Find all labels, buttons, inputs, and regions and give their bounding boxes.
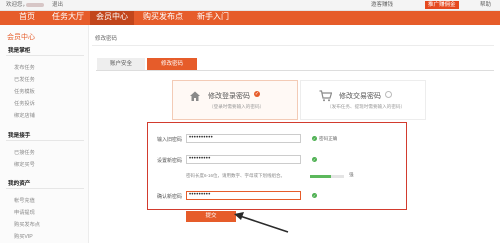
top-link-invite[interactable]: 邀客赚钱 [371, 0, 393, 10]
sidebar-item-bind-shop[interactable]: 绑定店铺 [14, 112, 35, 119]
confirm-password-input[interactable]: ••••••••• [186, 191, 301, 200]
logout-link[interactable]: 退出 [52, 0, 63, 10]
old-password-hint: 密码正确 [319, 136, 338, 141]
password-strength-bar [310, 175, 344, 178]
sidebar-item-buy-points[interactable]: 购买发布点 [14, 221, 40, 228]
breadcrumb-divider [92, 45, 494, 46]
confirm-password-label: 确认新密码 [157, 194, 183, 200]
selected-check-icon: ✓ [254, 91, 260, 97]
sidebar-divider [6, 140, 84, 141]
old-password-input[interactable]: •••••••••• [186, 134, 301, 143]
sidebar-item-task-templates[interactable]: 任务模板 [14, 88, 35, 95]
radio-icon [385, 91, 392, 98]
sidebar-item-withdraw[interactable]: 申请提现 [14, 209, 35, 216]
main-nav: 首页 任务大厅 会员中心 购买发布点 新手入门 [0, 11, 500, 25]
password-strength-fill [310, 175, 332, 178]
tab-change-password[interactable]: 修改密码 [147, 58, 197, 70]
nav-buy-points[interactable]: 购买发布点 [138, 11, 188, 25]
sidebar-item-buy-vip[interactable]: 购买VIP [14, 233, 33, 240]
nav-member-center[interactable]: 会员中心 [90, 11, 134, 25]
card-subtitle: （发布任务、提现时需要输入的密码） [327, 104, 406, 109]
cart-icon [319, 90, 332, 102]
check-icon: ✓ [312, 193, 317, 198]
sidebar-item-recharge[interactable]: 帐号充值 [14, 197, 35, 204]
new-password-label: 设置新密码 [157, 158, 183, 164]
top-link-help[interactable]: 帮助 [480, 0, 491, 10]
nav-task-hall[interactable]: 任务大厅 [48, 11, 88, 25]
sidebar-divider [6, 55, 84, 56]
sidebar-heading-assets: 我的资产 [8, 181, 31, 187]
sidebar-divider [6, 188, 84, 189]
card-login-password[interactable]: 修改登录密码 ✓ （登录时需要输入的密码） [172, 80, 298, 120]
nav-beginner-guide[interactable]: 新手入门 [192, 11, 234, 25]
card-subtitle: （登录时需要输入的密码） [209, 104, 265, 109]
top-link-promote[interactable]: 推广赚佣金 [425, 1, 459, 9]
old-password-label: 输入旧密码 [157, 137, 183, 143]
tab-account-security[interactable]: 账户安全 [97, 58, 145, 70]
sidebar-title: 会员中心 [7, 34, 35, 41]
annotation-arrow-icon [234, 212, 289, 233]
new-password-help: 密码长度6-16位，请用数字、字母或下划线组合。 [186, 173, 286, 178]
check-icon: ✓ [312, 136, 317, 141]
username-masked[interactable] [26, 3, 44, 7]
new-password-input[interactable]: ••••••••• [186, 155, 301, 164]
sidebar-item-publish-task[interactable]: 发布任务 [14, 64, 35, 71]
sidebar-item-published-tasks[interactable]: 已发任务 [14, 76, 35, 83]
top-bar: 欢迎您， 退出 邀客赚钱 推广赚佣金 帮助 [0, 0, 500, 11]
check-icon: ✓ [312, 157, 317, 162]
sidebar-item-task-complaints[interactable]: 任务投诉 [14, 100, 35, 107]
sidebar-heading-seller: 我是掌柜 [8, 48, 31, 54]
card-title: 修改登录密码 [208, 93, 250, 100]
nav-home[interactable]: 首页 [10, 11, 44, 25]
card-title: 修改交易密码 [339, 93, 381, 100]
submit-button[interactable]: 提交 [186, 211, 236, 222]
home-icon [190, 91, 200, 101]
greeting-text: 欢迎您， [6, 2, 29, 8]
sidebar-item-bind-buyer[interactable]: 绑定买号 [14, 161, 35, 168]
password-strength-label: 强 [349, 172, 354, 177]
breadcrumb: 修改密码 [95, 36, 118, 42]
sidebar-heading-taker: 我是接手 [8, 133, 31, 139]
sidebar-item-accepted-tasks[interactable]: 已接任务 [14, 149, 35, 156]
card-trade-password[interactable]: 修改交易密码 （发布任务、提现时需要输入的密码） [300, 80, 426, 120]
